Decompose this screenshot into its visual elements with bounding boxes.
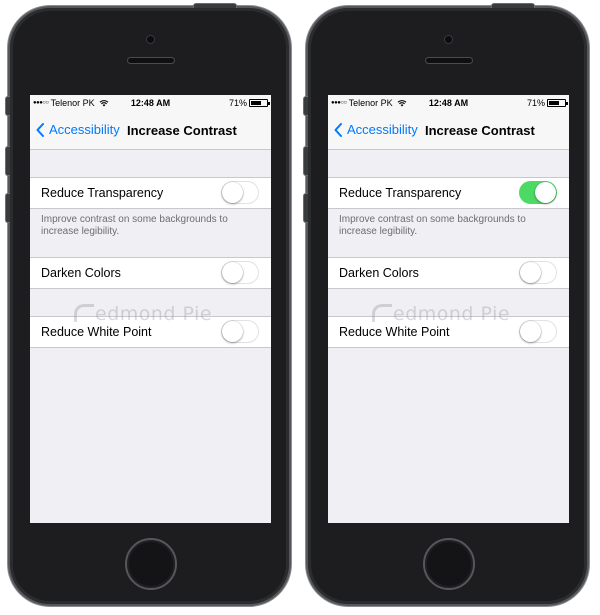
- reduce-transparency-label: Reduce Transparency: [41, 186, 164, 200]
- volume-down-button[interactable]: [303, 193, 308, 223]
- reduce-white-point-row: Reduce White Point: [30, 316, 271, 348]
- reduce-white-point-label: Reduce White Point: [339, 325, 450, 339]
- reduce-white-point-toggle[interactable]: [221, 320, 259, 343]
- reduce-transparency-toggle[interactable]: [221, 181, 259, 204]
- back-button[interactable]: Accessibility: [334, 122, 418, 137]
- home-button[interactable]: [125, 538, 177, 590]
- back-button[interactable]: Accessibility: [36, 122, 120, 137]
- chevron-left-icon: [36, 122, 44, 137]
- mute-switch[interactable]: [5, 96, 10, 116]
- earpiece-speaker: [425, 57, 473, 64]
- reduce-transparency-footer: Improve contrast on some backgrounds to …: [41, 214, 228, 237]
- status-bar: ●●●○○ Telenor PK 12:48 AM 71%: [30, 95, 271, 112]
- screen: ●●●○○ Telenor PK 12:48 AM 71% Accessibil…: [30, 95, 271, 523]
- reduce-transparency-footer: Improve contrast on some backgrounds to …: [339, 214, 526, 237]
- volume-down-button[interactable]: [5, 193, 10, 223]
- page-title: Increase Contrast: [425, 123, 535, 138]
- status-bar: ●●●○○ Telenor PK 12:48 AM 71%: [328, 95, 569, 112]
- reduce-transparency-label: Reduce Transparency: [339, 186, 462, 200]
- volume-up-button[interactable]: [303, 146, 308, 176]
- back-button-label: Accessibility: [49, 122, 120, 137]
- front-camera: [444, 35, 453, 44]
- iphone-right: ●●●○○ Telenor PK 12:48 AM 71% Accessibil…: [303, 3, 589, 606]
- back-button-label: Accessibility: [347, 122, 418, 137]
- earpiece-speaker: [127, 57, 175, 64]
- reduce-transparency-row: Reduce Transparency: [328, 177, 569, 209]
- sleep-wake-button[interactable]: [193, 3, 237, 8]
- darken-colors-label: Darken Colors: [41, 266, 121, 280]
- darken-colors-label: Darken Colors: [339, 266, 419, 280]
- battery-percent: 71%: [228, 98, 247, 108]
- darken-colors-row: Darken Colors: [328, 257, 569, 289]
- battery-percent: 71%: [526, 98, 545, 108]
- navigation-bar: Accessibility Increase Contrast: [328, 112, 569, 150]
- reduce-transparency-toggle[interactable]: [519, 181, 557, 204]
- darken-colors-toggle[interactable]: [221, 261, 259, 284]
- screen: ●●●○○ Telenor PK 12:48 AM 71% Accessibil…: [328, 95, 569, 523]
- reduce-transparency-row: Reduce Transparency: [30, 177, 271, 209]
- battery-icon: [547, 99, 568, 107]
- mute-switch[interactable]: [303, 96, 308, 116]
- iphone-left: ●●●○○ Telenor PK 12:48 AM 71% Accessibil…: [5, 3, 291, 606]
- reduce-white-point-row: Reduce White Point: [328, 316, 569, 348]
- sleep-wake-button[interactable]: [491, 3, 535, 8]
- home-button[interactable]: [423, 538, 475, 590]
- volume-up-button[interactable]: [5, 146, 10, 176]
- chevron-left-icon: [334, 122, 342, 137]
- battery-icon: [249, 99, 270, 107]
- darken-colors-toggle[interactable]: [519, 261, 557, 284]
- front-camera: [146, 35, 155, 44]
- darken-colors-row: Darken Colors: [30, 257, 271, 289]
- reduce-white-point-label: Reduce White Point: [41, 325, 152, 339]
- page-title: Increase Contrast: [127, 123, 237, 138]
- reduce-white-point-toggle[interactable]: [519, 320, 557, 343]
- navigation-bar: Accessibility Increase Contrast: [30, 112, 271, 150]
